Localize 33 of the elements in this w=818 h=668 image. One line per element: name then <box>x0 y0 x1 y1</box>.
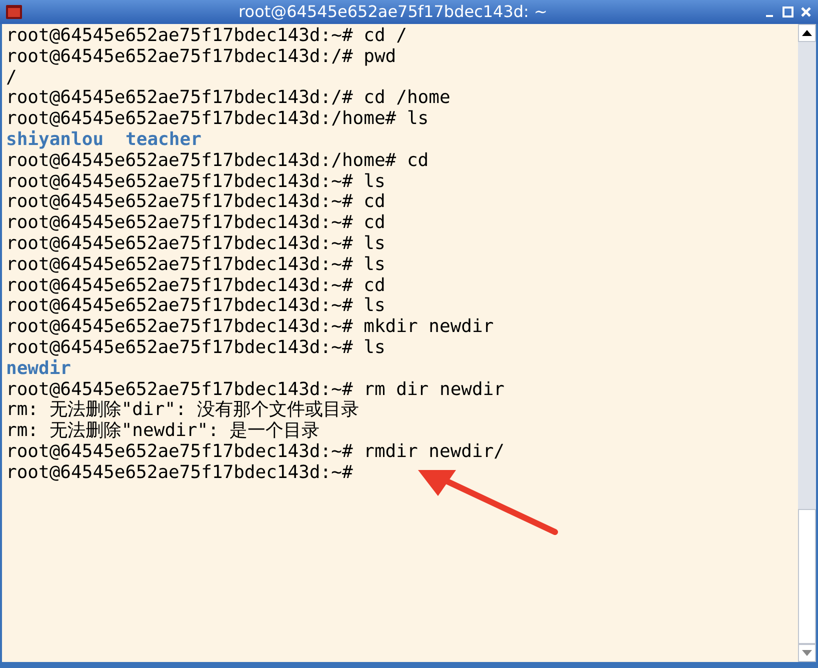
terminal-line: / <box>6 68 17 88</box>
terminal-line: root@64545e652ae75f17bdec143d:~# cd <box>6 192 386 214</box>
maximize-icon[interactable] <box>782 6 794 18</box>
scrollbar[interactable] <box>798 24 816 662</box>
window-title: root@64545e652ae75f17bdec143d: ~ <box>238 1 548 23</box>
scroll-up-button[interactable] <box>798 24 816 42</box>
terminal-line: rm: 无法删除"dir": 没有那个文件或目录 <box>6 400 360 421</box>
scroll-thumb[interactable] <box>798 509 816 644</box>
scroll-down-button[interactable] <box>798 644 816 662</box>
terminal-line: rm: 无法删除"newdir": 是一个目录 <box>6 421 320 442</box>
terminal-line: root@64545e652ae75f17bdec143d:/home# ls <box>6 109 429 130</box>
terminal-line: root@64545e652ae75f17bdec143d:~# rm dir newdir <box>6 380 504 400</box>
terminal-line: root@64545e652ae75f17bdec143d:/# cd /home <box>6 88 450 110</box>
terminal-icon <box>6 5 22 19</box>
terminal-line: root@64545e652ae75f17bdec143d:~# ls <box>6 296 386 318</box>
terminal-line: root@64545e652ae75f17bdec143d:~# cd <box>6 276 386 296</box>
terminal-line: root@64545e652ae75f17bdec143d:~# cd / <box>6 26 407 47</box>
directory-name: shiyanlou <box>6 130 104 151</box>
terminal-line: root@64545e652ae75f17bdec143d:~# ls <box>6 254 386 276</box>
up-arrow-icon <box>802 30 812 36</box>
terminal-line: root@64545e652ae75f17bdec143d:~# rmdir newdir/ <box>6 442 504 463</box>
down-arrow-icon <box>802 650 812 656</box>
terminal-line: root@64545e652ae75f17bdec143d:~# cd <box>6 213 386 234</box>
terminal-line: root@64545e652ae75f17bdec143d:~# <box>6 462 353 484</box>
directory-name: newdir <box>6 358 72 380</box>
terminal-line: root@64545e652ae75f17bdec143d:~# ls <box>6 338 386 359</box>
terminal-line: root@64545e652ae75f17bdec143d:/home# cd <box>6 150 429 172</box>
terminal-line: root@64545e652ae75f17bdec143d:~# ls <box>6 234 386 255</box>
terminal-line: root@64545e652ae75f17bdec143d:~# ls <box>6 172 386 192</box>
terminal-line: root@64545e652ae75f17bdec143d:~# mkdir newdir <box>6 317 494 338</box>
directory-name: teacher <box>126 130 202 151</box>
terminal-line: root@64545e652ae75f17bdec143d:/# pwd <box>6 46 396 68</box>
close-icon[interactable] <box>800 6 812 18</box>
